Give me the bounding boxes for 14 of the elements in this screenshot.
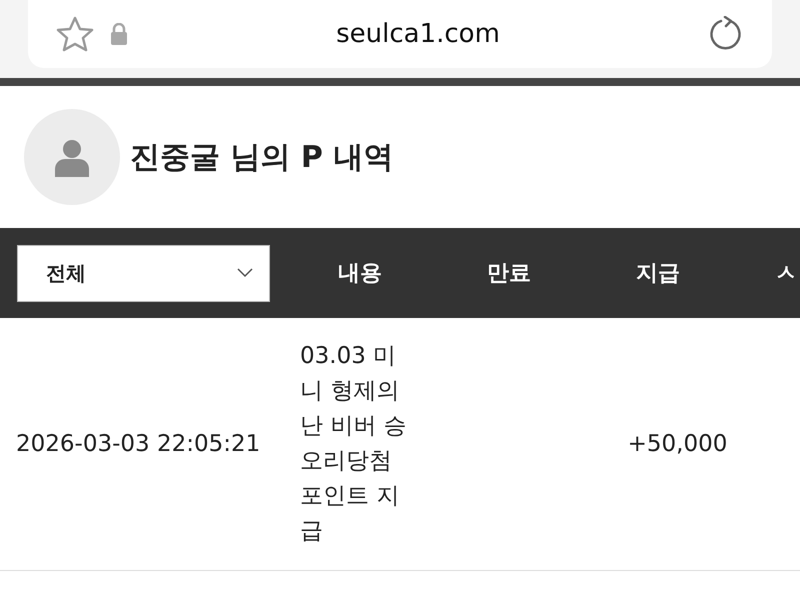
column-header: 지급 xyxy=(636,260,680,286)
date-text: 2026-03-03 22:05:21 xyxy=(16,430,262,459)
content-text: 03.03 미니 형제의난 비버 승오리당첨 포인트 지급 xyxy=(300,342,408,546)
filter-dropdown[interactable]: 전체 xyxy=(17,244,270,302)
payment-text: +50,000 xyxy=(626,430,728,459)
column-header: 만료 xyxy=(487,260,531,286)
lock-icon xyxy=(110,23,128,45)
page-title: 진중굴 님의 P 내역 xyxy=(130,138,394,176)
star-icon[interactable] xyxy=(56,16,94,52)
caret-icon xyxy=(237,268,253,278)
column-header: 내용 xyxy=(338,260,382,286)
url-text[interactable]: seulca1.com xyxy=(336,18,500,48)
reload-icon[interactable] xyxy=(708,16,744,52)
column-header: ㅅ xyxy=(775,260,797,286)
